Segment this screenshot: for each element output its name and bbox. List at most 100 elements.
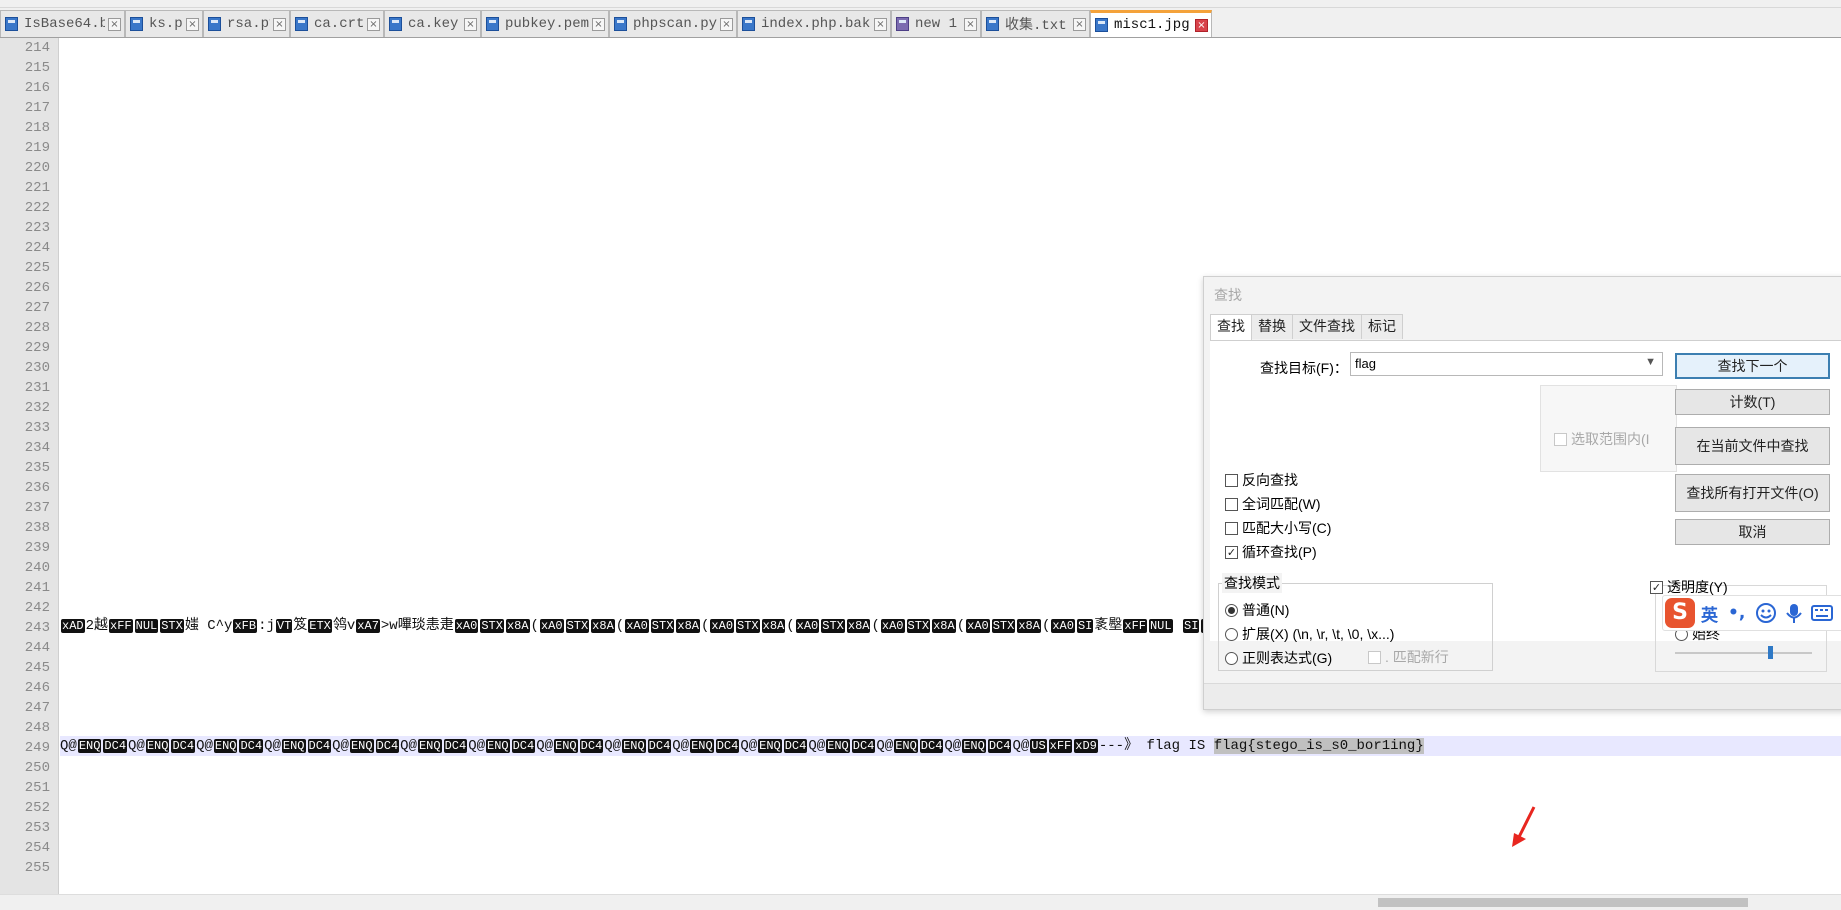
dialog-footer <box>1204 683 1841 709</box>
match-case-checkbox[interactable] <box>1225 521 1238 535</box>
line-number: 237 <box>24 500 50 516</box>
close-icon[interactable]: × <box>1195 18 1208 32</box>
emoji-icon[interactable] <box>1755 602 1777 624</box>
option-backward[interactable]: 反向查找 <box>1225 470 1298 490</box>
tab-label: misc1.jpg <box>1114 17 1190 33</box>
control-char-token: ENQ <box>554 739 578 753</box>
line-number: 230 <box>24 360 50 376</box>
option-wrap[interactable]: ✓ 循环查找(P) <box>1225 542 1317 562</box>
tab-2[interactable]: rsa.py× <box>203 10 290 37</box>
chevron-down-icon[interactable]: ▼ <box>1645 356 1656 368</box>
tab-find[interactable]: 查找 <box>1210 314 1252 341</box>
control-char-token: ENQ <box>486 739 510 753</box>
ime-language[interactable]: 英 <box>1701 601 1718 626</box>
control-char-token: x8A <box>932 619 956 633</box>
tab-label: new 1 <box>915 16 958 32</box>
dot-newline-checkbox[interactable] <box>1368 650 1381 664</box>
tab-9[interactable]: 收集.txt × <box>981 10 1090 37</box>
close-icon[interactable]: × <box>186 17 199 31</box>
tab-4[interactable]: ca.key × <box>384 10 481 37</box>
mode-regex[interactable]: 正则表达式(G) <box>1225 648 1332 668</box>
close-icon[interactable]: × <box>720 17 733 31</box>
line-number: 217 <box>24 100 50 116</box>
mode-normal[interactable]: 普通(N) <box>1225 600 1289 620</box>
text-token: ( <box>786 618 795 634</box>
find-in-all-button[interactable]: 查找所有打开文件(O) <box>1675 474 1830 512</box>
text-token: ( <box>530 618 539 634</box>
tab-10[interactable]: misc1.jpg × <box>1090 10 1212 37</box>
transparency-option[interactable]: ✓ 透明度(Y) <box>1650 577 1728 597</box>
line-number: 227 <box>24 300 50 316</box>
control-char-token: DC4 <box>715 739 740 753</box>
close-icon[interactable]: × <box>108 17 121 31</box>
tab-8[interactable]: new 1 × <box>891 10 981 37</box>
match-case-label: 匹配大小写(C) <box>1242 520 1332 536</box>
tab-bar: IsBase64.bat×ks.py×rsa.py×ca.crt×ca.key×… <box>0 8 1841 38</box>
tab-find-in-files[interactable]: 文件查找 <box>1292 314 1362 339</box>
control-char-token: x8A <box>1017 619 1041 633</box>
tab-label: ca.key <box>408 16 459 32</box>
mode-normal-radio[interactable] <box>1225 603 1238 617</box>
cancel-button[interactable]: 取消 <box>1675 519 1830 545</box>
ime-punctuation[interactable]: •, <box>1728 603 1745 623</box>
transparency-slider-thumb[interactable] <box>1768 646 1773 659</box>
horizontal-scrollbar[interactable] <box>0 894 1841 910</box>
tab-5[interactable]: pubkey.pem × <box>481 10 609 37</box>
sogou-logo-icon[interactable]: S <box>1665 598 1695 628</box>
control-char-token: DC4 <box>579 739 604 753</box>
close-icon[interactable]: × <box>1073 17 1086 31</box>
keyboard-icon[interactable] <box>1811 604 1834 622</box>
line-number: 239 <box>24 540 50 556</box>
tab-6[interactable]: phpscan.py × <box>609 10 737 37</box>
scrollbar-thumb[interactable] <box>1378 898 1748 907</box>
text-token: 袲壂 <box>1094 618 1123 634</box>
search-match[interactable]: flag{stego_is_s0_bor1ing} <box>1213 738 1424 754</box>
tab-label: IsBase64.bat <box>24 16 105 32</box>
tab-1[interactable]: ks.py× <box>125 10 203 37</box>
mode-extended-radio[interactable] <box>1225 627 1238 641</box>
close-icon[interactable]: × <box>464 17 477 31</box>
option-whole-word[interactable]: 全词匹配(W) <box>1225 494 1321 514</box>
mode-regex-radio[interactable] <box>1225 651 1238 665</box>
mode-extended[interactable]: 扩展(X) (\n, \r, \t, \0, \x...) <box>1225 624 1394 644</box>
backward-checkbox[interactable] <box>1225 473 1238 487</box>
control-char-token: DC4 <box>511 739 536 753</box>
transparency-checkbox[interactable]: ✓ <box>1650 580 1663 594</box>
find-target-combo[interactable]: flag ▼ <box>1350 352 1663 376</box>
line-number: 249 <box>24 740 50 756</box>
find-in-current-button[interactable]: 在当前文件中查找 <box>1675 427 1830 465</box>
tab-mark[interactable]: 标记 <box>1361 314 1403 339</box>
tab-7[interactable]: index.php.bak × <box>737 10 891 37</box>
tab-label: ca.crt <box>314 16 364 32</box>
find-next-button[interactable]: 查找下一个 <box>1675 353 1830 379</box>
text-token: Q@ <box>604 738 622 754</box>
close-icon[interactable]: × <box>367 17 380 31</box>
tab-replace[interactable]: 替换 <box>1251 314 1293 339</box>
dot-newline-option[interactable]: . 匹配新行 <box>1368 647 1449 667</box>
control-char-token: ENQ <box>281 739 306 753</box>
control-char-token: VT <box>275 619 293 633</box>
tab-3[interactable]: ca.crt × <box>290 10 384 37</box>
control-char-token: STX <box>480 619 504 633</box>
text-token: :j <box>258 618 275 634</box>
close-icon[interactable]: × <box>874 17 887 31</box>
ime-toolbar[interactable]: S 英 •, <box>1662 595 1841 631</box>
in-selection-option[interactable]: 选取范围内(I <box>1554 429 1650 449</box>
tab-0[interactable]: IsBase64.bat× <box>0 10 125 37</box>
wrap-checkbox[interactable]: ✓ <box>1225 545 1238 559</box>
mode-extended-label: 扩展(X) (\n, \r, \t, \0, \x...) <box>1242 626 1395 642</box>
microphone-icon[interactable] <box>1785 602 1803 624</box>
code-line-255[interactable]: Q@ ENQ DC4 Q@ ENQ DC4 Q@ ENQ DC4 Q@ ENQ DC4 Q@ ENQ DC4… <box>60 736 1841 756</box>
whole-word-checkbox[interactable] <box>1225 497 1238 511</box>
in-selection-checkbox[interactable] <box>1554 432 1567 446</box>
text-token: Q@ <box>196 738 213 754</box>
text-token: ( <box>701 618 710 634</box>
close-icon[interactable]: × <box>964 17 977 31</box>
option-match-case[interactable]: 匹配大小写(C) <box>1225 518 1331 538</box>
control-char-token: xA0 <box>1051 619 1075 633</box>
close-icon[interactable]: × <box>592 17 605 31</box>
transparency-slider[interactable] <box>1675 652 1812 654</box>
control-char-token: ENQ <box>826 739 850 753</box>
count-button[interactable]: 计数(T) <box>1675 389 1830 415</box>
close-icon[interactable]: × <box>273 17 286 31</box>
